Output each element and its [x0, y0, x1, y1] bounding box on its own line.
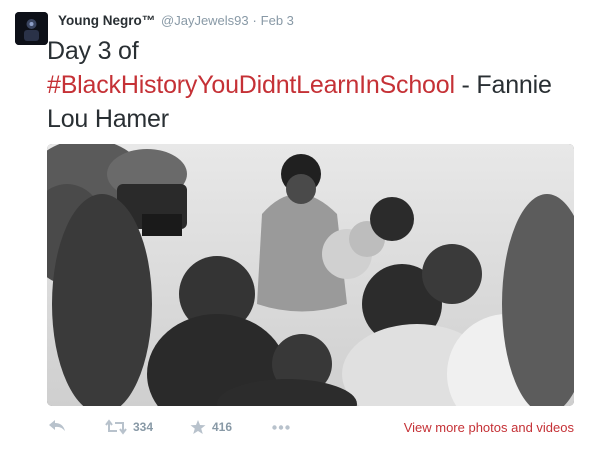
retweet-icon[interactable] — [105, 419, 127, 435]
user-handle[interactable]: @JayJewels93 — [161, 13, 249, 28]
tweet-text-start: Day 3 of — [47, 37, 139, 65]
display-name[interactable]: Young Negro™ — [58, 13, 155, 28]
reply-button[interactable] — [48, 419, 66, 433]
avatar[interactable] — [15, 12, 48, 45]
tweet-text: Day 3 of #BlackHistoryYouDidntLearnInSch… — [47, 34, 587, 136]
more-icon[interactable] — [272, 425, 290, 430]
retweet-count[interactable]: 334 — [133, 420, 153, 434]
favorite-count[interactable]: 416 — [212, 420, 232, 434]
hashtag-link[interactable]: #BlackHistoryYouDidntLearnInSchool — [47, 71, 455, 99]
tweet-photo[interactable] — [47, 144, 574, 406]
more-button[interactable] — [272, 425, 290, 430]
view-more-photos-link[interactable]: View more photos and videos — [404, 420, 574, 435]
favorite-button[interactable]: 416 — [190, 419, 232, 435]
tweet-header: Young Negro™ @JayJewels93 · Feb 3 — [58, 13, 294, 28]
tweet-date[interactable]: Feb 3 — [261, 13, 294, 28]
star-icon[interactable] — [190, 419, 206, 435]
reply-icon[interactable] — [48, 419, 66, 433]
retweet-button[interactable]: 334 — [105, 419, 153, 435]
tweet-actions: 334 416 View more photos and videos — [0, 417, 592, 441]
meta-separator: · — [252, 13, 257, 28]
